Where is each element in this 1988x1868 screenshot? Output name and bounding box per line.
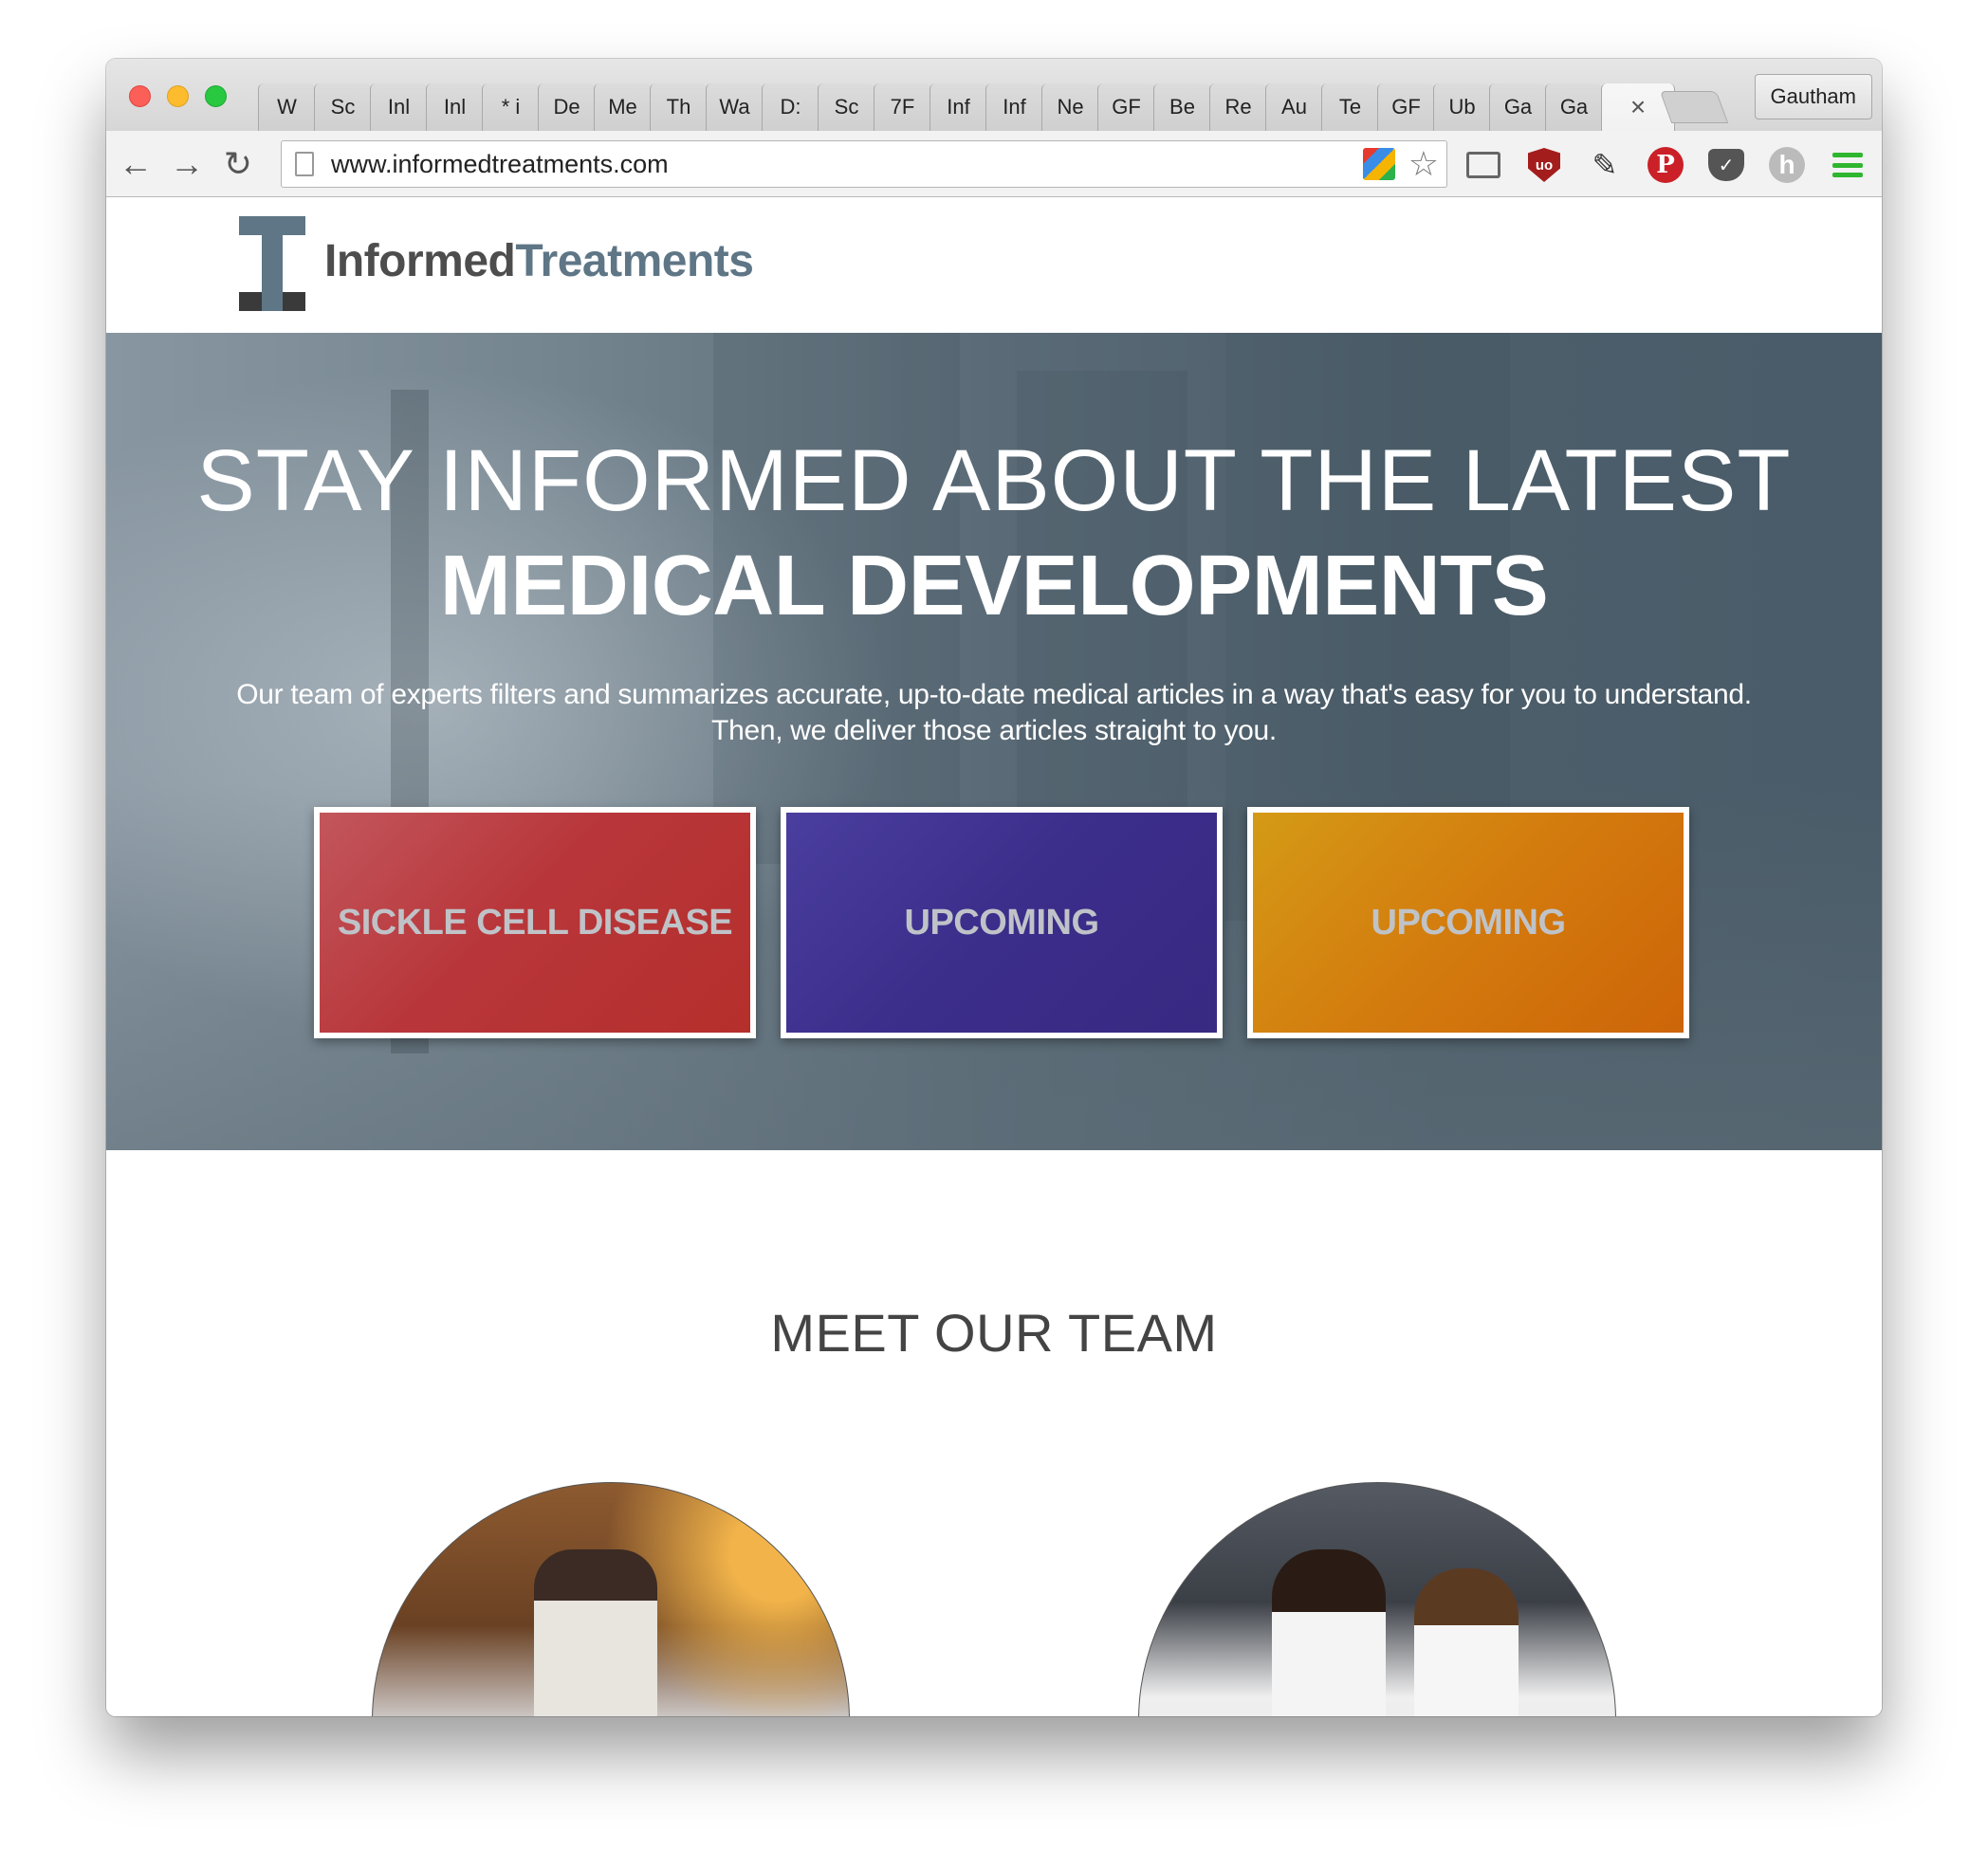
close-window-button[interactable] <box>129 85 151 107</box>
hero-headline-line1: STAY INFORMED ABOUT THE LATEST <box>196 432 1792 529</box>
ublock-shield-icon[interactable]: uo <box>1525 146 1563 184</box>
address-bar[interactable]: www.informedtreatments.com ☆ <box>281 140 1447 188</box>
browser-tab[interactable]: W <box>258 83 315 131</box>
card-label: UPCOMING <box>1371 902 1567 943</box>
profile-name: Gautham <box>1770 84 1857 108</box>
browser-tab[interactable]: Inf <box>985 83 1042 131</box>
card-upcoming-1[interactable]: UPCOMING <box>781 807 1223 1038</box>
logo-i-icon[interactable] <box>239 216 305 311</box>
browser-tab[interactable]: GF <box>1097 83 1154 131</box>
eyedropper-icon[interactable]: ✎ <box>1586 146 1624 184</box>
browser-tab[interactable]: Au <box>1265 83 1322 131</box>
omnibox-actions: ☆ <box>1362 147 1439 181</box>
tab-strip: W Sc Inl Inl * i De Me Th Wa D: Sc 7F In… <box>106 59 1882 131</box>
pinterest-icon[interactable]: P <box>1647 146 1684 184</box>
hero-section: STAY INFORMED ABOUT THE LATEST MEDICAL D… <box>106 333 1882 1150</box>
back-arrow-icon[interactable]: ← <box>116 144 156 184</box>
tab-list: W Sc Inl Inl * i De Me Th Wa D: Sc 7F In… <box>258 83 1675 131</box>
forward-arrow-icon[interactable]: → <box>167 144 207 184</box>
menu-hamburger-icon[interactable] <box>1829 146 1867 184</box>
hypothesis-icon[interactable]: h <box>1768 146 1806 184</box>
browser-tab[interactable]: Be <box>1153 83 1210 131</box>
browser-tab[interactable]: Me <box>594 83 651 131</box>
hero-subtext-line2: Then, we deliver those articles straight… <box>711 715 1277 746</box>
pocket-icon[interactable]: ✓ <box>1707 146 1745 184</box>
browser-tab[interactable]: GF <box>1377 83 1434 131</box>
logo-part-informed: Informed <box>324 236 516 286</box>
url-text[interactable]: www.informedtreatments.com <box>331 150 669 179</box>
bookmark-star-icon[interactable]: ☆ <box>1408 147 1439 181</box>
team-member-photo[interactable] <box>372 1482 850 1716</box>
browser-toolbar: ← → ↻ www.informedtreatments.com ☆ uo ✎ … <box>106 131 1882 197</box>
card-upcoming-2[interactable]: UPCOMING <box>1247 807 1689 1038</box>
hero-headline-line2: MEDICAL DEVELOPMENTS <box>439 539 1549 633</box>
browser-tab[interactable]: Th <box>650 83 707 131</box>
browser-tab[interactable]: Te <box>1321 83 1378 131</box>
minimize-window-button[interactable] <box>167 85 189 107</box>
browser-tab[interactable]: Inf <box>930 83 986 131</box>
browser-tab[interactable]: Sc <box>314 83 371 131</box>
browser-tab[interactable]: Ub <box>1433 83 1490 131</box>
cast-icon[interactable] <box>1464 146 1502 184</box>
browser-tab[interactable]: Wa <box>706 83 763 131</box>
hero-subtext-line1: Our team of experts filters and summariz… <box>236 679 1752 710</box>
browser-tab[interactable]: Inl <box>426 83 483 131</box>
browser-tab[interactable]: Ne <box>1041 83 1098 131</box>
profile-button[interactable]: Gautham <box>1754 74 1872 119</box>
browser-tab[interactable]: * i <box>482 83 539 131</box>
browser-tab[interactable]: De <box>538 83 595 131</box>
browser-tab[interactable]: 7F <box>874 83 930 131</box>
site-header: InformedTreatments <box>106 197 1882 333</box>
browser-tab[interactable]: D: <box>762 83 819 131</box>
card-label: UPCOMING <box>904 902 1100 943</box>
browser-tab[interactable]: Sc <box>818 83 874 131</box>
browser-window: W Sc Inl Inl * i De Me Th Wa D: Sc 7F In… <box>106 59 1882 1716</box>
team-member-photo[interactable] <box>1138 1482 1616 1716</box>
browser-tab[interactable]: Inl <box>370 83 427 131</box>
site-logo-text[interactable]: InformedTreatments <box>324 235 754 287</box>
card-sickle-cell-disease[interactable]: SICKLE CELL DISEASE <box>314 807 756 1038</box>
extension-colorful-icon[interactable] <box>1362 148 1395 180</box>
zoom-window-button[interactable] <box>205 85 227 107</box>
browser-tab[interactable]: Re <box>1209 83 1266 131</box>
browser-tab[interactable]: Ga <box>1545 83 1602 131</box>
web-page: InformedTreatments STAY INFORMED ABOUT T… <box>106 197 1882 1716</box>
reload-icon[interactable]: ↻ <box>218 144 258 184</box>
card-label: SICKLE CELL DISEASE <box>337 902 733 943</box>
team-section-title: MEET OUR TEAM <box>770 1303 1218 1363</box>
browser-tab[interactable]: Ga <box>1489 83 1546 131</box>
page-icon <box>295 152 314 176</box>
new-tab-button[interactable] <box>1659 91 1729 123</box>
logo-part-treatments: Treatments <box>515 236 754 286</box>
